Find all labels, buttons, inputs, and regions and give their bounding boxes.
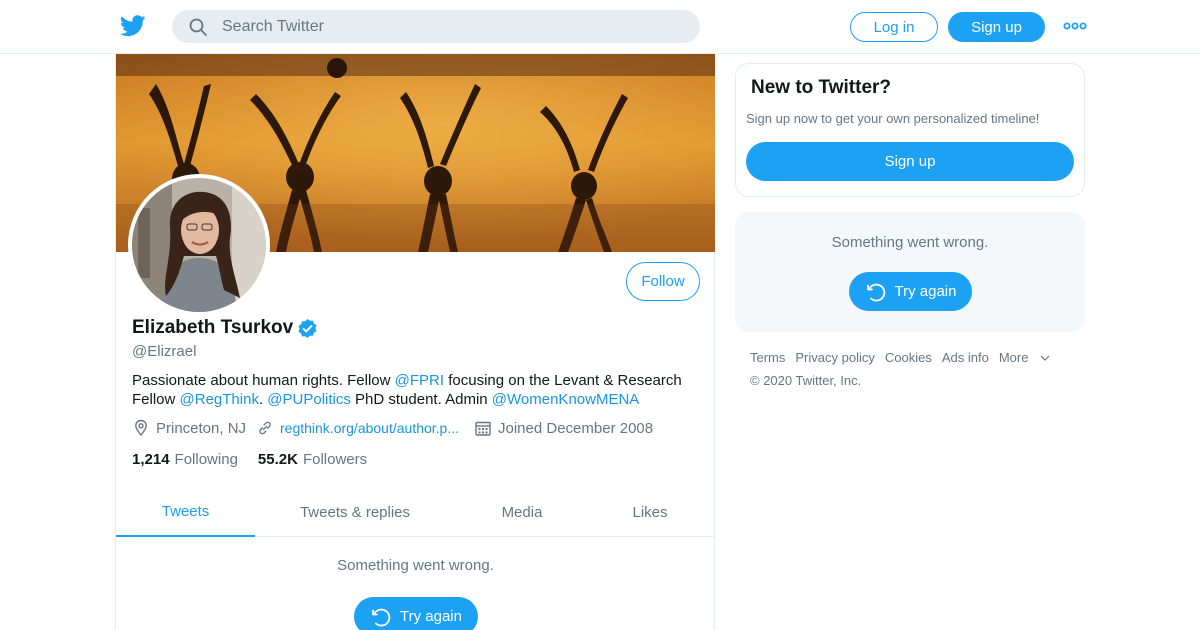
profile-name: Elizabeth Tsurkov xyxy=(132,317,294,338)
more-label: More xyxy=(998,350,1029,365)
chevron-down-icon xyxy=(1041,355,1050,361)
profile-column: Follow Elizabeth Tsurkov @Elizrael Passi… xyxy=(115,54,715,630)
followers-count: 55.2K xyxy=(257,451,298,468)
followers-label: Followers xyxy=(302,451,368,468)
verified-badge-icon xyxy=(298,318,317,338)
website-link[interactable]: regthink.org/about/author.p... xyxy=(280,420,459,436)
search-icon xyxy=(189,18,207,36)
footer-link-more[interactable]: More xyxy=(999,350,1051,365)
timeline-error-text: Something went wrong. xyxy=(337,557,494,574)
tab-media[interactable]: Media xyxy=(455,487,589,537)
mention-link[interactable]: @RegThink xyxy=(180,391,259,408)
search-box xyxy=(172,10,700,43)
search-input[interactable] xyxy=(222,10,682,43)
calendar-icon xyxy=(475,421,491,436)
tab-tweets-replies[interactable]: Tweets & replies xyxy=(255,487,455,537)
signup-button[interactable]: Sign up xyxy=(948,12,1045,42)
profile-location: Princeton, NJ xyxy=(132,419,246,437)
footer-link-privacy[interactable]: Privacy policy xyxy=(795,350,874,365)
retry-label: Try again xyxy=(894,283,957,300)
mention-link[interactable]: @WomenKnowMENA xyxy=(492,391,640,408)
footer-links: Terms Privacy policy Cookies Ads info Mo… xyxy=(750,350,1080,365)
mention-link[interactable]: @FPRI xyxy=(395,372,444,389)
tab-likes[interactable]: Likes xyxy=(589,487,711,537)
following-stat[interactable]: 1,214 Following xyxy=(132,451,238,468)
tab-tweets[interactable]: Tweets xyxy=(116,487,255,537)
footer-link-ads-info[interactable]: Ads info xyxy=(942,350,989,365)
sidebar-error-text: Something went wrong. xyxy=(831,234,989,251)
footer-link-terms[interactable]: Terms xyxy=(750,350,785,365)
sidebar-error-card: Something went wrong. Try again xyxy=(735,212,1085,332)
bio-text: Passionate about human rights. Fellow xyxy=(132,372,395,389)
profile-handle: @Elizrael xyxy=(132,343,197,360)
refresh-icon xyxy=(372,608,391,626)
mention-link[interactable]: @PUPolitics xyxy=(267,391,351,408)
more-options-icon[interactable] xyxy=(1063,19,1087,33)
profile-stats: 1,214 Following 55.2K Followers xyxy=(132,451,387,468)
followers-stat[interactable]: 55.2K Followers xyxy=(258,451,367,468)
twitter-bird-icon[interactable] xyxy=(120,14,146,38)
profile-bio: Passionate about human rights. Fellow @F… xyxy=(132,371,702,409)
new-to-twitter-title: New to Twitter? xyxy=(751,77,892,98)
profile-joined: Joined December 2008 xyxy=(474,419,653,437)
sidebar-retry-button[interactable]: Try again xyxy=(849,272,972,311)
location-text: Princeton, NJ xyxy=(156,419,247,437)
top-nav: Log in Sign up xyxy=(0,0,1200,54)
refresh-icon xyxy=(866,283,885,301)
avatar[interactable] xyxy=(128,174,270,316)
login-button[interactable]: Log in xyxy=(850,12,938,42)
following-label: Following xyxy=(174,451,238,468)
footer-link-cookies[interactable]: Cookies xyxy=(885,350,932,365)
new-to-twitter-card: New to Twitter? Sign up now to get your … xyxy=(735,63,1085,197)
timeline-retry-button[interactable]: Try again xyxy=(354,597,478,630)
new-to-twitter-subtitle: Sign up now to get your own personalized… xyxy=(746,111,1040,126)
sidebar-signup-button[interactable]: Sign up xyxy=(746,142,1074,181)
profile-website[interactable]: regthink.org/about/author.p... xyxy=(256,419,459,437)
joined-text: Joined December 2008 xyxy=(498,419,654,437)
follow-button[interactable]: Follow xyxy=(626,262,700,301)
retry-label: Try again xyxy=(400,608,462,625)
location-pin-icon xyxy=(135,419,147,437)
profile-photo xyxy=(132,178,266,312)
footer: Terms Privacy policy Cookies Ads info Mo… xyxy=(750,350,1080,388)
profile-name-row: Elizabeth Tsurkov xyxy=(132,317,318,339)
link-icon xyxy=(259,421,271,435)
copyright: © 2020 Twitter, Inc. xyxy=(750,373,862,388)
profile-tabs: Tweets Tweets & replies Media Likes xyxy=(116,487,715,537)
following-count: 1,214 xyxy=(132,451,170,468)
bio-text: PhD student. Admin xyxy=(350,391,492,408)
